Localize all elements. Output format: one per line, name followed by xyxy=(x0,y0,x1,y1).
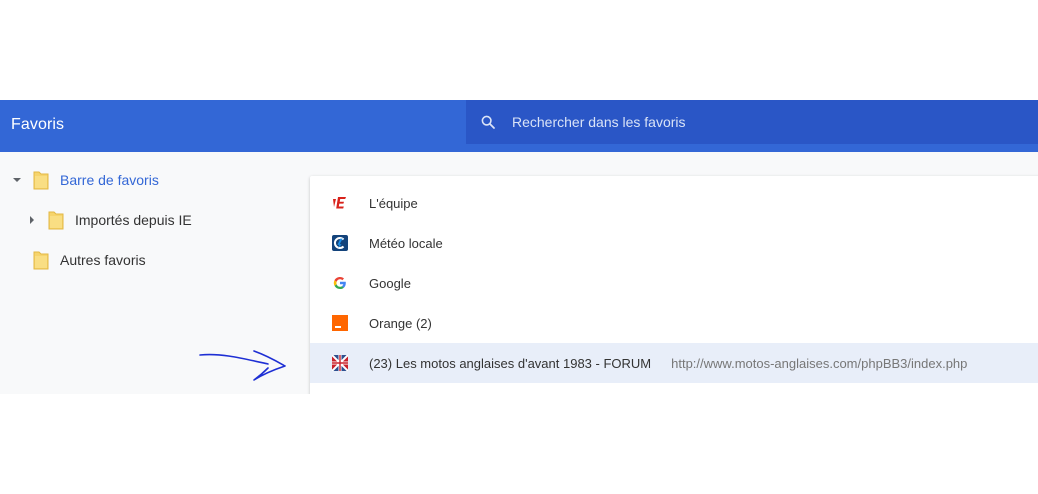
search-icon xyxy=(481,115,495,129)
chevron-right-icon[interactable] xyxy=(24,212,40,228)
page-title: Favoris xyxy=(11,116,65,133)
bookmark-title: (23) Les motos anglaises d'avant 1983 - … xyxy=(369,355,652,371)
bookmark-title: Météo locale xyxy=(369,235,443,251)
bookmark-list: L'équipe Météo locale Google Orange (2) … xyxy=(310,176,1038,394)
hand-drawn-arrow-annotation xyxy=(199,350,286,381)
tree-item-autres-favoris[interactable]: Autres favoris xyxy=(33,240,146,280)
bookmark-row[interactable]: L'équipe xyxy=(310,183,1038,223)
meteo-favicon xyxy=(332,235,348,251)
bookmark-title: L'équipe xyxy=(369,195,418,211)
bookmark-row[interactable]: Météo locale xyxy=(310,223,1038,263)
tree-item-label: Importés depuis IE xyxy=(75,212,192,228)
lequipe-favicon xyxy=(333,197,346,209)
tree-item-label: Barre de favoris xyxy=(60,172,159,188)
bookmark-row[interactable]: Orange (2) xyxy=(310,303,1038,343)
tree-item-importes-depuis-ie[interactable]: Importés depuis IE xyxy=(24,200,192,240)
orange-favicon xyxy=(332,315,348,331)
bookmark-title: Google xyxy=(369,275,411,291)
top-toolbar: Favoris xyxy=(0,100,1038,152)
folder-icon xyxy=(48,211,64,229)
folder-icon xyxy=(33,171,49,189)
forum-favicon xyxy=(332,355,348,371)
search-input[interactable] xyxy=(504,100,1032,144)
bookmark-row-highlighted[interactable]: (23) Les motos anglaises d'avant 1983 - … xyxy=(310,343,1038,383)
google-favicon xyxy=(333,277,346,289)
bookmarks-manager: Favoris Barre de favoris xyxy=(0,100,1038,394)
bookmark-row[interactable]: Google xyxy=(310,263,1038,303)
bookmark-title: Orange (2) xyxy=(369,315,432,331)
screenshot-canvas: Favoris Barre de favoris xyxy=(0,0,1038,494)
search-box[interactable] xyxy=(466,100,1038,144)
bookmark-url: http://www.motos-anglaises.com/phpBB3/in… xyxy=(671,355,968,371)
tree-item-barre-de-favoris[interactable]: Barre de favoris xyxy=(9,160,159,200)
chevron-down-icon[interactable] xyxy=(9,172,25,188)
tree-item-label: Autres favoris xyxy=(60,252,146,268)
folder-icon xyxy=(33,251,49,269)
